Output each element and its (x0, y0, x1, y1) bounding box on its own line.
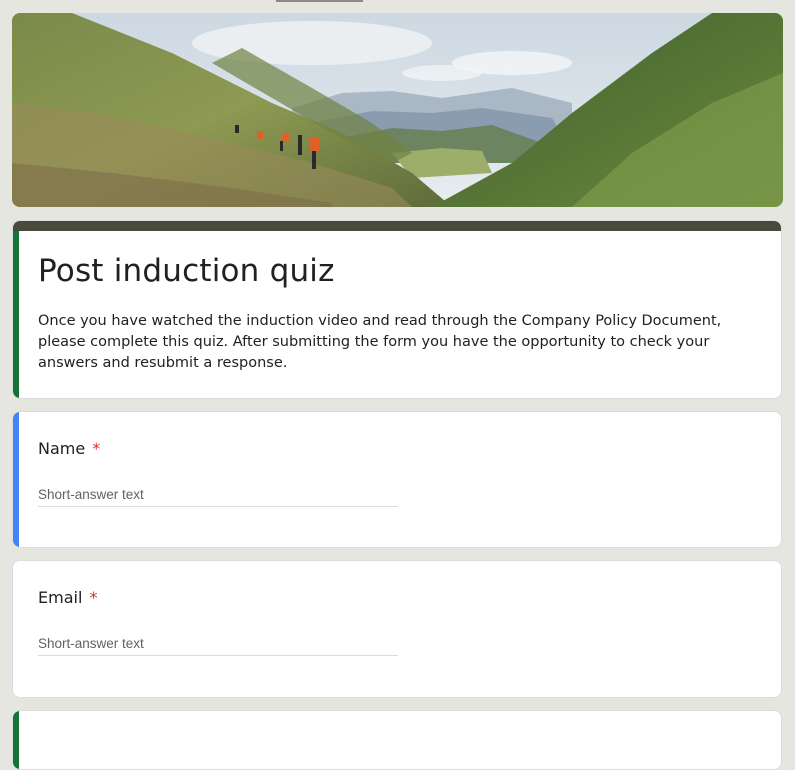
section-accent-bar (13, 231, 19, 398)
question-title-name: Name * (38, 439, 100, 458)
section-accent-bar (13, 711, 19, 769)
form-title: Post induction quiz (38, 253, 335, 289)
required-asterisk: * (89, 588, 98, 607)
tab-indicator (276, 0, 363, 2)
required-asterisk: * (92, 439, 101, 458)
form-header-card: Post induction quiz Once you have watche… (12, 220, 782, 399)
active-question-accent (13, 412, 19, 547)
question-card-name[interactable]: Name * (12, 411, 782, 548)
question-label: Email (38, 588, 83, 607)
email-answer-field[interactable] (38, 631, 398, 656)
question-title-email: Email * (38, 588, 97, 607)
mountain-landscape-image (12, 13, 783, 207)
next-section-card[interactable] (12, 710, 782, 770)
question-card-email[interactable]: Email * (12, 560, 782, 698)
header-image (12, 13, 783, 207)
theme-color-bar (13, 221, 781, 231)
name-answer-field[interactable] (38, 482, 398, 507)
form-description: Once you have watched the induction vide… (38, 313, 722, 371)
question-label: Name (38, 439, 86, 458)
